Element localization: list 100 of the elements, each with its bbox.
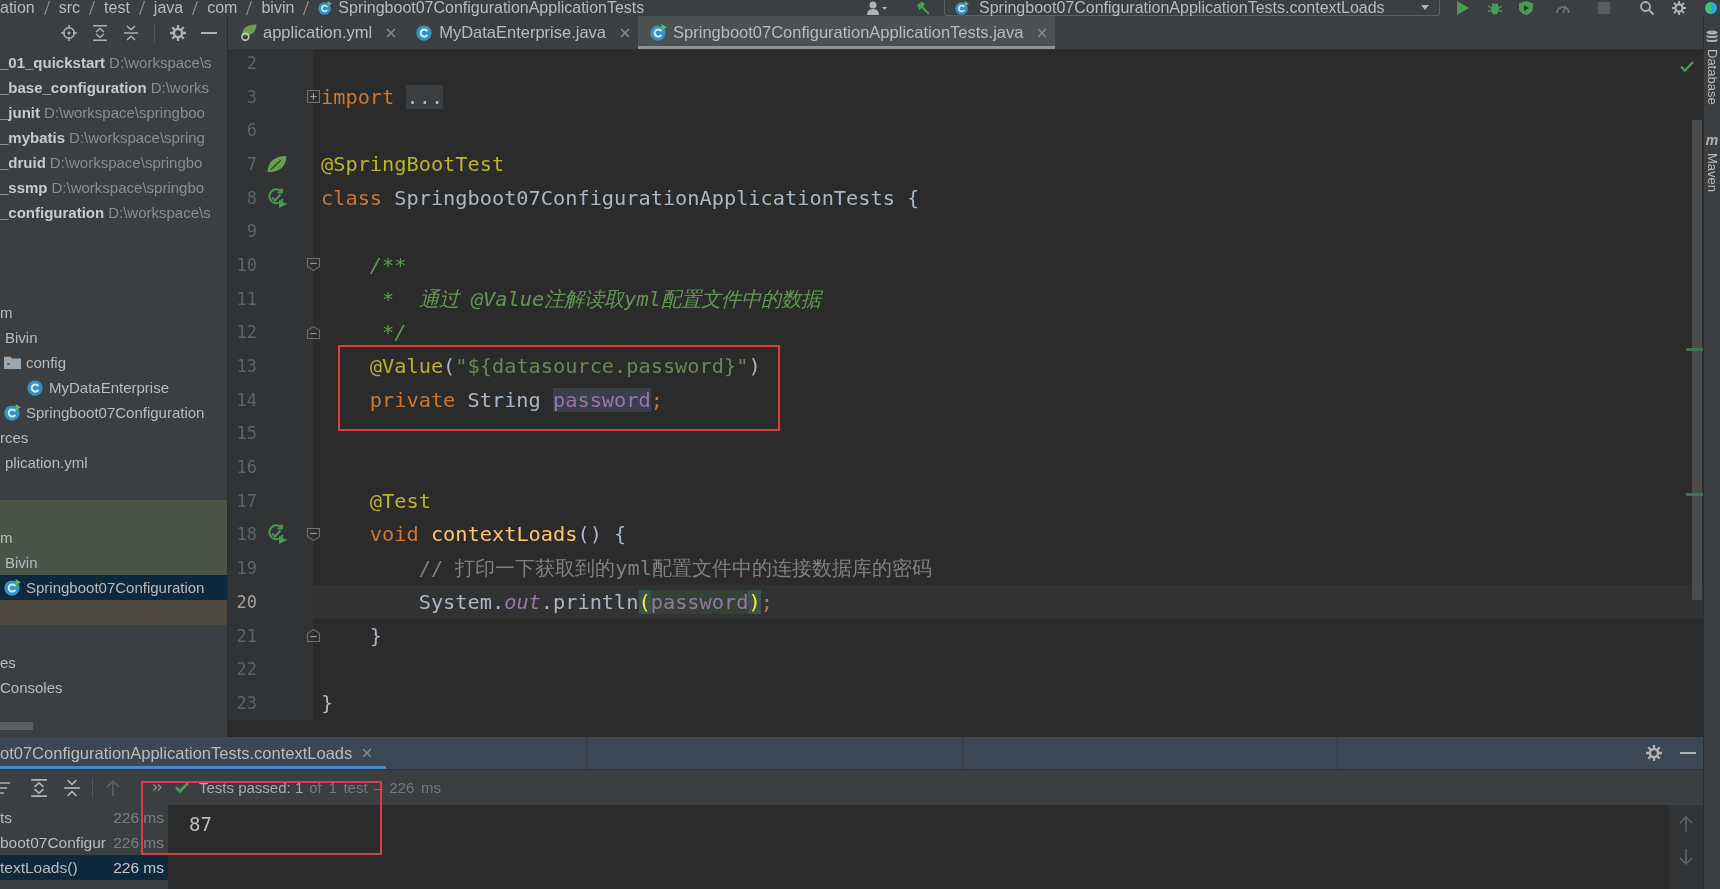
breadcrumb-item[interactable]: com — [207, 0, 238, 16]
fold-plus-icon[interactable] — [307, 90, 320, 104]
module-item[interactable]: _mybatis D:\workspace\spring — [0, 125, 227, 150]
code-line: } — [321, 690, 334, 715]
fold-minus-icon[interactable] — [307, 527, 320, 541]
run-check-icon[interactable] — [267, 524, 287, 545]
code-line: @Value("${datasource.password}") — [369, 354, 761, 379]
close-icon[interactable] — [1037, 27, 1048, 38]
arrow-up-icon[interactable] — [1679, 816, 1693, 832]
run-tab[interactable]: ot07ConfigurationApplicationTests.contextLoads — [0, 737, 386, 769]
double-chevron-icon[interactable] — [153, 784, 162, 791]
code-line: @SpringBootTest — [321, 151, 505, 176]
close-icon[interactable] — [386, 27, 397, 38]
code-line: System.out.println(password); — [418, 589, 773, 614]
c-circle-run-icon — [4, 404, 21, 421]
code-line: class Springboot07ConfigurationApplicationTests { — [321, 185, 920, 210]
editor-tab[interactable]: application.yml — [228, 16, 405, 49]
editor-tab[interactable]: Springboot07ConfigurationApplicationTests.java — [638, 16, 1056, 49]
tree-item[interactable]: Springboot07Configuration — [0, 400, 227, 425]
tree-item[interactable]: MyDataEnterprise — [0, 375, 227, 400]
slash-icon — [138, 1, 145, 15]
code-line: // 打印一下获取到的yml配置文件中的连接数据库的密码 — [418, 555, 932, 583]
editor-tab[interactable]: MyDataEnterprise.java — [404, 16, 639, 49]
close-icon[interactable] — [620, 27, 631, 38]
slash-icon — [246, 1, 253, 15]
check-icon[interactable] — [1680, 61, 1694, 72]
horizontal-scrollbar[interactable] — [0, 722, 33, 730]
leaf-icon[interactable] — [267, 154, 287, 173]
breadcrumb-item[interactable]: Springboot07ConfigurationApplicationTests — [338, 0, 645, 16]
fold-end-icon[interactable] — [307, 629, 320, 643]
settings-icon[interactable] — [1646, 745, 1662, 761]
result-row[interactable]: ts 226 ms — [0, 805, 168, 830]
circle-icon[interactable] — [1705, 2, 1717, 14]
code-line: } — [369, 623, 383, 648]
vertical-scrollbar[interactable] — [1692, 120, 1702, 600]
tree-item[interactable]: m — [0, 525, 227, 550]
settings-icon[interactable] — [1672, 1, 1686, 15]
fold-end-icon[interactable] — [307, 325, 320, 339]
bug-icon[interactable] — [1488, 1, 1502, 15]
tree-item[interactable]: Bivin — [0, 550, 227, 575]
tree-item[interactable]: Springboot07Configuration — [0, 575, 227, 600]
tool-window-button[interactable]: Database — [1704, 30, 1720, 105]
run-check-icon[interactable] — [267, 187, 287, 208]
module-item[interactable]: _base_configuration D:\works — [0, 75, 227, 100]
m-icon: m — [1705, 132, 1719, 147]
c-circle-icon — [416, 24, 434, 41]
collapse-all-icon[interactable] — [123, 25, 139, 41]
run-config-dropdown[interactable]: Springboot07ConfigurationApplicationTests.contextLoads — [944, 0, 1440, 16]
settings-icon[interactable] — [170, 25, 186, 41]
person-icon[interactable] — [867, 1, 887, 15]
code-line: * 通过 @Value注解读取yml配置文件中的数据 — [382, 285, 821, 313]
module-item[interactable]: _configuration D:\workspace\s — [0, 200, 227, 225]
module-item[interactable]: _junit D:\workspace\springboo — [0, 100, 227, 125]
tree-item[interactable]: m — [0, 300, 227, 325]
result-row[interactable]: textLoads() 226 ms — [0, 855, 168, 880]
breadcrumb-item[interactable]: test — [104, 0, 130, 16]
play-icon[interactable] — [1457, 1, 1469, 15]
tree-item[interactable]: Bivin — [0, 325, 227, 350]
search-icon[interactable] — [1640, 1, 1654, 15]
expand-all-icon[interactable] — [92, 25, 108, 41]
breadcrumb-item[interactable]: bivin — [261, 0, 295, 16]
stripe-mark — [1686, 348, 1703, 351]
arrow-down-icon[interactable] — [1679, 849, 1693, 865]
code-line: void contextLoads() { — [369, 522, 627, 547]
result-row[interactable]: boot07Configur 226 ms — [0, 830, 168, 855]
tree-item[interactable]: Consoles — [0, 675, 227, 700]
slash-icon — [303, 1, 310, 15]
close-icon[interactable] — [362, 748, 373, 758]
breadcrumb-item[interactable]: src — [58, 0, 81, 16]
code-line: import ... — [321, 84, 444, 109]
c-circle-icon — [27, 379, 44, 396]
crosshair-icon[interactable] — [61, 25, 77, 41]
slash-icon — [43, 1, 50, 15]
console-output: 87 — [189, 813, 212, 835]
tree-item[interactable]: plication.yml — [0, 450, 227, 475]
check-icon — [175, 782, 189, 793]
list-icon[interactable] — [0, 781, 10, 794]
tree-item[interactable]: rces — [0, 425, 227, 450]
tree-item[interactable]: es — [0, 650, 227, 675]
collapse-all-icon[interactable] — [63, 778, 81, 797]
database-icon — [1706, 30, 1718, 43]
hammer-icon[interactable] — [916, 1, 930, 15]
tool-window-button[interactable]: m Maven — [1704, 132, 1720, 192]
leaf-ring-icon — [240, 24, 257, 41]
slash-icon — [89, 1, 96, 15]
shield-icon[interactable] — [1519, 1, 1533, 15]
fold-minus-icon[interactable] — [307, 258, 320, 272]
breadcrumb-item[interactable]: java — [153, 0, 184, 16]
tree-item[interactable]: config — [0, 350, 227, 375]
breadcrumb-item[interactable]: ation — [0, 0, 35, 16]
c-circle-run-icon — [650, 24, 668, 41]
line-number: 20 — [235, 591, 257, 612]
status-text: Tests passed: 1 — [199, 779, 304, 796]
module-item[interactable]: _01_quickstart D:\workspace\s — [0, 50, 227, 75]
code-line: @Test — [369, 488, 431, 513]
expand-all-icon[interactable] — [30, 778, 48, 797]
module-item[interactable]: _ssmp D:\workspace\springbo — [0, 175, 227, 200]
c-circle-run-icon — [4, 579, 21, 596]
module-item[interactable]: _druid D:\workspace\springbo — [0, 150, 227, 175]
slash-icon — [192, 1, 199, 15]
